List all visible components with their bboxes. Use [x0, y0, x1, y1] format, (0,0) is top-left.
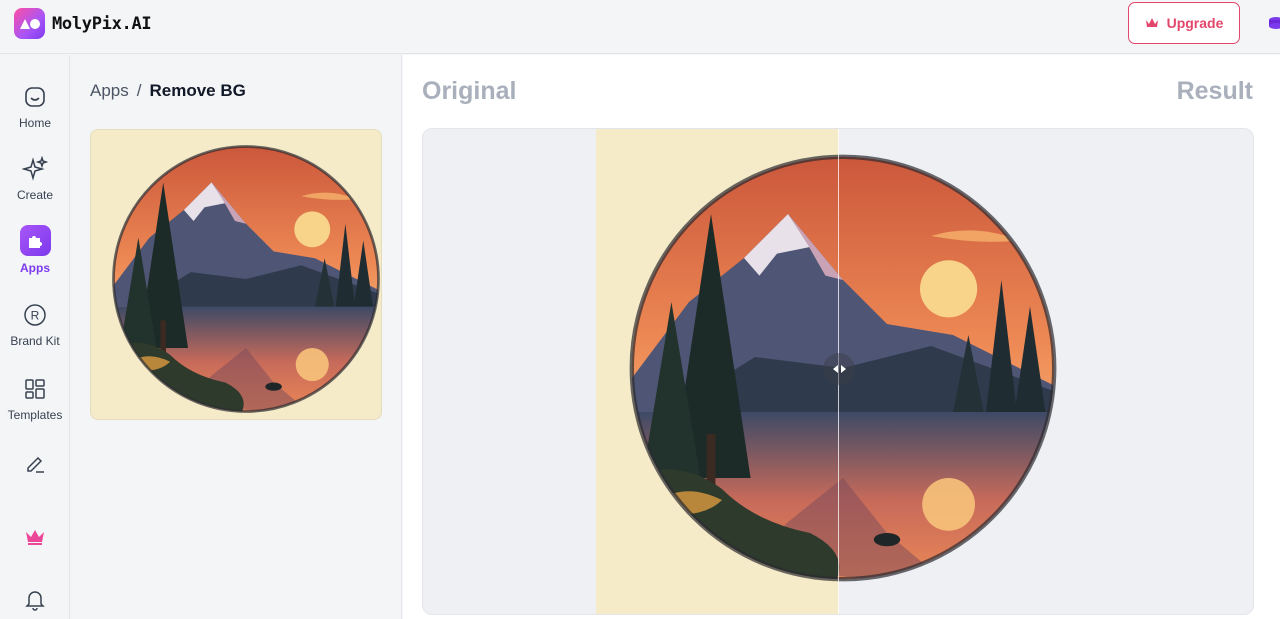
nav-label-create: Create	[16, 188, 54, 202]
upgrade-button[interactable]: Upgrade	[1128, 2, 1240, 44]
nav-label-home: Home	[18, 116, 51, 130]
compare-slider-handle[interactable]	[823, 353, 855, 385]
thumbnail-artwork	[91, 130, 382, 420]
nav-item-notifications[interactable]	[0, 585, 70, 613]
compare-area: Original Result	[403, 55, 1280, 619]
result-label: Result	[1176, 77, 1253, 105]
nav-item-apps[interactable]: Apps	[0, 225, 70, 275]
svg-text:R: R	[31, 309, 40, 323]
breadcrumb: Apps / Remove BG	[90, 81, 246, 101]
bell-icon	[21, 585, 49, 613]
source-image-thumbnail[interactable]	[90, 129, 382, 420]
pencil-icon	[21, 449, 49, 477]
app-name: MolyPix.AI	[52, 13, 152, 34]
nav-item-brand-kit[interactable]: R Brand Kit	[0, 301, 70, 348]
nav-item-premium[interactable]	[0, 523, 70, 551]
compare-stage[interactable]	[422, 128, 1254, 615]
puzzle-icon	[19, 225, 51, 256]
upload-panel: Apps / Remove BG	[71, 55, 402, 619]
side-nav: Home Create Apps R Brand Kit Templates	[0, 55, 70, 619]
top-bar: MolyPix.AI Upgrade	[0, 0, 1280, 54]
nav-label-templates: Templates	[7, 408, 63, 422]
nav-label-apps: Apps	[20, 261, 50, 275]
grid-icon	[21, 375, 49, 403]
sparkle-icon	[21, 155, 49, 183]
nav-item-home[interactable]: Home	[0, 83, 70, 130]
credits-icon[interactable]	[1268, 16, 1280, 30]
breadcrumb-separator: /	[136, 81, 142, 100]
registered-icon: R	[21, 301, 49, 329]
breadcrumb-current: Remove BG	[149, 81, 246, 100]
crown-icon	[1145, 18, 1158, 27]
upgrade-label: Upgrade	[1166, 15, 1224, 31]
nav-item-edit[interactable]	[0, 449, 70, 477]
home-icon	[21, 83, 49, 111]
breadcrumb-apps-link[interactable]: Apps	[90, 81, 129, 101]
original-label: Original	[422, 77, 517, 105]
nav-label-brand-kit: Brand Kit	[10, 334, 60, 348]
nav-item-create[interactable]: Create	[0, 155, 70, 202]
app-logo[interactable]: MolyPix.AI	[14, 8, 152, 39]
logo-icon	[14, 8, 45, 39]
crown-icon	[21, 523, 49, 551]
nav-item-templates[interactable]: Templates	[0, 375, 70, 422]
